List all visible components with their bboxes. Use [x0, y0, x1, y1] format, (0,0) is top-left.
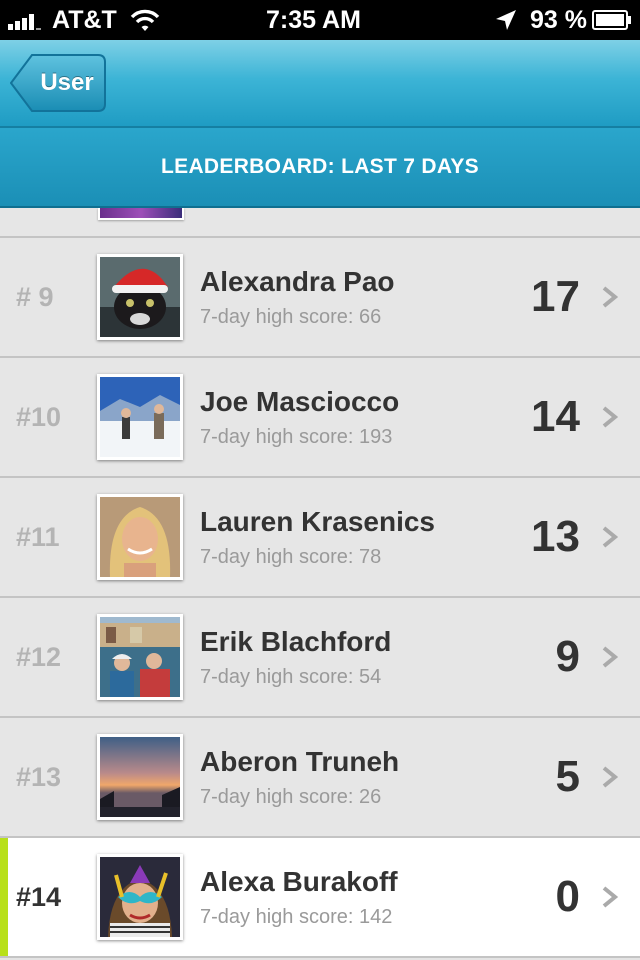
partial-previous-row [0, 208, 640, 238]
high-score-label: 7-day high score: 78 [200, 546, 382, 568]
avatar [97, 854, 183, 940]
avatar [97, 614, 183, 700]
score-value: 0 [555, 872, 580, 921]
avatar [97, 374, 183, 460]
chevron-right-icon [602, 286, 619, 308]
status-time: 7:35 AM [266, 6, 361, 34]
rank-label: #13 [16, 762, 62, 792]
battery-icon [592, 10, 631, 30]
partial-avatar [98, 208, 184, 220]
leaderboard-list[interactable]: # 9 Alexandra Pao 7-day high score: 66 1… [0, 208, 640, 960]
status-bar: AT&T 7:35 AM 93 % [0, 0, 640, 40]
high-score-label: 7-day high score: 193 [200, 426, 393, 448]
leaderboard-row[interactable]: # 9 Alexandra Pao 7-day high score: 66 1… [0, 238, 640, 358]
location-arrow-icon [496, 10, 516, 30]
score-value: 9 [555, 632, 580, 681]
rank-label: #11 [16, 522, 60, 552]
leaderboard-row-current-user[interactable]: #14 Alexa Burakoff 7-day high score: 142… [0, 838, 640, 958]
score-value: 5 [555, 752, 580, 801]
carrier-label: AT&T [52, 6, 117, 34]
high-score-label: 7-day high score: 66 [200, 306, 382, 328]
score-value: 14 [531, 392, 580, 441]
chevron-right-icon [602, 886, 619, 908]
rank-label: # 9 [16, 282, 54, 312]
score-value: 13 [531, 512, 580, 561]
score-value: 17 [531, 272, 580, 321]
navigation-bar: User [0, 40, 640, 128]
high-score-label: 7-day high score: 54 [200, 666, 382, 688]
back-button-label: User [40, 69, 94, 96]
avatar [97, 734, 183, 820]
player-name: Joe Masciocco [200, 386, 400, 417]
leaderboard-row[interactable]: #13 Aberon Truneh 7-day high score: 26 5 [0, 718, 640, 838]
chevron-right-icon [602, 406, 619, 428]
high-score-label: 7-day high score: 26 [200, 786, 382, 808]
player-name: Aberon Truneh [200, 746, 400, 777]
current-user-indicator [0, 838, 8, 956]
rank-label: #12 [16, 642, 62, 672]
wifi-icon [130, 9, 160, 31]
avatar [97, 494, 183, 580]
leaderboard-header: LEADERBOARD: LAST 7 DAYS [0, 128, 640, 208]
leaderboard-row[interactable]: #11 Lauren Krasenics 7-day high score: 7… [0, 478, 640, 598]
chevron-right-icon [602, 766, 619, 788]
rank-label: #10 [16, 402, 62, 432]
chevron-right-icon [602, 646, 619, 668]
battery-percent: 93 % [530, 6, 587, 34]
leaderboard-row[interactable]: #12 Erik Blachford 7-day high score: 54 … [0, 598, 640, 718]
player-name: Alexa Burakoff [200, 866, 398, 897]
high-score-label: 7-day high score: 142 [200, 906, 393, 928]
rank-label: #14 [16, 882, 62, 912]
signal-bars-icon [8, 10, 42, 30]
leaderboard-row[interactable]: #10 Joe Masciocco 7-day high score: 193 … [0, 358, 640, 478]
player-name: Alexandra Pao [200, 266, 395, 297]
player-name: Erik Blachford [200, 626, 392, 657]
avatar [97, 254, 183, 340]
chevron-right-icon [602, 526, 619, 548]
player-name: Lauren Krasenics [200, 506, 435, 537]
back-button[interactable]: User [10, 54, 106, 112]
